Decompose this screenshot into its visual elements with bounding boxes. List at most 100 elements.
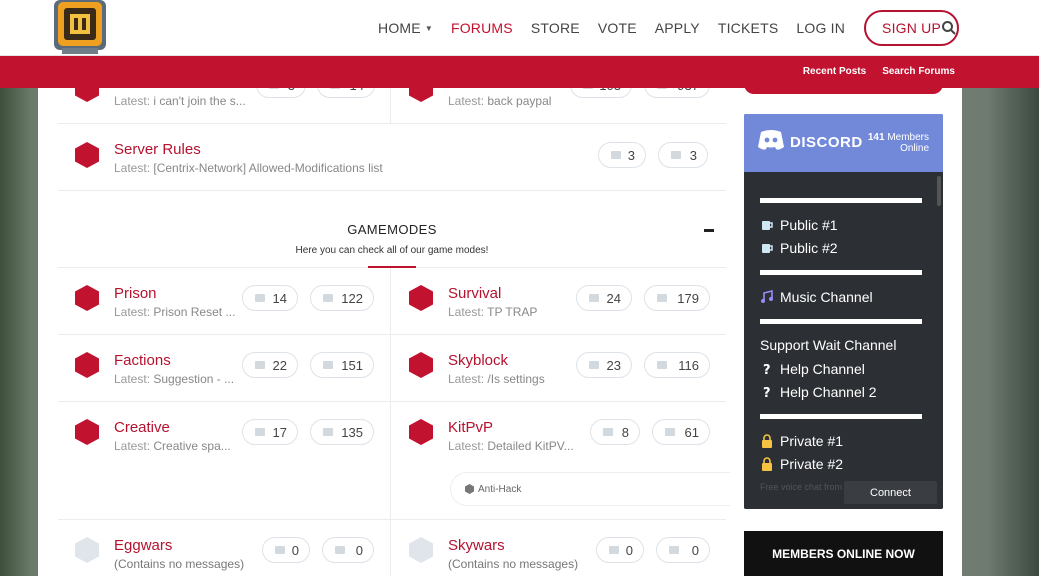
svg-text:?: ? xyxy=(763,363,771,376)
threads-count: 24 xyxy=(576,285,632,311)
forum-title[interactable]: Skyblock xyxy=(448,352,508,369)
forum-title[interactable]: KitPvP xyxy=(448,419,493,436)
nav-vote[interactable]: VOTE xyxy=(589,20,646,36)
cup-icon xyxy=(760,218,774,232)
connect-button[interactable]: Connect xyxy=(844,481,937,504)
discord-online-count: 141 Members Online xyxy=(867,132,929,154)
discord-channel[interactable]: Private #2 xyxy=(760,453,922,477)
forum-row: Creative Latest: Creative spa... 17 135 … xyxy=(58,402,730,520)
threads-count: 0 xyxy=(262,537,310,563)
collapse-icon[interactable] xyxy=(704,229,714,232)
search-forums-link[interactable]: Search Forums xyxy=(882,66,955,77)
nav-tickets[interactable]: TICKETS xyxy=(709,20,788,36)
forum-latest[interactable]: Prison Reset ... xyxy=(153,305,235,319)
nav-login[interactable]: LOG IN xyxy=(787,20,854,36)
forum-node[interactable]: Creative Latest: Creative spa... 17 135 xyxy=(58,402,391,519)
category-description: Here you can check all of our game modes… xyxy=(295,245,489,256)
discord-channel[interactable]: Music Channel xyxy=(760,285,922,309)
messages-count: 3 xyxy=(658,142,708,168)
discord-header: DISCORD 141 Members Online xyxy=(744,114,943,172)
forum-title[interactable]: Eggwars xyxy=(114,537,172,554)
messages-count: 135 xyxy=(310,419,374,445)
forum-title[interactable]: Creative xyxy=(114,419,170,436)
forum-node[interactable]: Skywars (Contains no messages) 0 0 xyxy=(392,520,726,576)
forum-latest[interactable]: Detailed KitPV... xyxy=(487,439,573,453)
forum-node[interactable]: Factions Latest: Suggestion - ... 22 151 xyxy=(58,335,391,401)
recent-posts-link[interactable]: Recent Posts xyxy=(803,66,866,77)
nav-forums[interactable]: FORUMS xyxy=(442,20,522,36)
forum-title[interactable]: Factions xyxy=(114,352,171,369)
forum-latest[interactable]: back paypal xyxy=(487,94,551,108)
messages-count: 179 xyxy=(644,285,710,311)
forum-latest[interactable]: i can't join the s... xyxy=(153,94,245,108)
discord-footer: Free voice chat from Discord Connect xyxy=(744,479,943,509)
nav-apply[interactable]: APPLY xyxy=(646,20,709,36)
category-header: GAMEMODES Here you can check all of our … xyxy=(58,208,726,269)
forum-latest[interactable]: [Centrix-Network] Allowed-Modifications … xyxy=(153,161,382,175)
discord-name: DISCORD xyxy=(790,134,863,151)
channel-separator xyxy=(760,270,922,275)
forum-node[interactable]: KitPvP Latest: Detailed KitPV... 8 61 An… xyxy=(392,402,730,519)
forum-title[interactable]: Prison xyxy=(114,285,157,302)
subforum-link[interactable]: Anti-Hack xyxy=(450,472,730,506)
discord-channel-label: Public #1 xyxy=(780,216,838,233)
forum-hex-icon xyxy=(75,285,99,311)
discord-channel[interactable]: ? Help Channel 2 xyxy=(760,381,922,405)
forum-title[interactable]: Server Rules xyxy=(114,141,201,158)
top-navigation: HOME ▼ FORUMS STORE VOTE APPLY TICKETS LO… xyxy=(0,0,1039,56)
forum-latest[interactable]: Suggestion - ... xyxy=(153,372,234,386)
category-title[interactable]: GAMEMODES xyxy=(58,222,726,237)
discord-channel[interactable]: Public #2 xyxy=(760,237,922,261)
discord-channel-label: Public #2 xyxy=(780,240,838,257)
threads-count: 3 xyxy=(598,142,646,168)
discord-channel[interactable]: Private #1 xyxy=(760,429,922,453)
threads-count: 8 xyxy=(590,419,640,445)
discord-widget: DISCORD 141 Members Online Public #1 Publ… xyxy=(744,114,943,509)
discord-channel[interactable]: Public #1 xyxy=(760,213,922,237)
threads-count: 22 xyxy=(242,352,298,378)
discord-channel-label: Private #2 xyxy=(780,456,844,473)
messages-count: 61 xyxy=(652,419,710,445)
discord-channel-label: Help Channel 2 xyxy=(780,384,877,401)
forum-latest[interactable]: Creative spa... xyxy=(153,439,230,453)
hexagon-icon xyxy=(465,484,474,494)
chevron-down-icon: ▼ xyxy=(424,23,433,33)
discord-channel-label: Support Wait Channel xyxy=(760,337,897,354)
forum-hex-icon xyxy=(409,352,433,378)
nav-home[interactable]: HOME ▼ xyxy=(369,20,442,36)
scrollbar[interactable] xyxy=(937,176,941,206)
nav-store[interactable]: STORE xyxy=(522,20,589,36)
forum-node[interactable]: Survival Latest: TP TRAP 24 179 xyxy=(392,268,726,334)
messages-count: 116 xyxy=(644,352,710,378)
forum-row: Factions Latest: Suggestion - ... 22 151… xyxy=(58,335,726,402)
forum-hex-icon xyxy=(409,285,433,311)
question-icon: ? xyxy=(760,385,774,401)
forum-hex-icon xyxy=(75,537,99,563)
discord-channel[interactable]: Support Wait Channel xyxy=(760,334,922,358)
forum-node[interactable]: Prison Latest: Prison Reset ... 14 122 xyxy=(58,268,391,334)
forum-latest[interactable]: TP TRAP xyxy=(487,305,537,319)
members-online-header: MEMBERS ONLINE NOW xyxy=(744,531,943,576)
forum-latest: (Contains no messages) xyxy=(114,557,245,571)
forum-row: Server Rules Latest: [Centrix-Network] A… xyxy=(58,124,726,191)
messages-count: 151 xyxy=(310,352,374,378)
forum-hex-icon xyxy=(409,419,433,445)
forum-latest[interactable]: /Is settings xyxy=(487,372,544,386)
forum-title[interactable]: Survival xyxy=(448,285,501,302)
discord-channel[interactable]: ? Help Channel xyxy=(760,357,922,381)
question-icon: ? xyxy=(760,362,774,378)
channel-separator xyxy=(760,198,922,203)
sidebar-button-edge xyxy=(744,84,943,94)
forum-node[interactable]: Skyblock Latest: /Is settings 23 116 xyxy=(392,335,726,401)
forum-row: Eggwars (Contains no messages) 0 0 Skywa… xyxy=(58,520,726,576)
forum-node[interactable]: Eggwars (Contains no messages) 0 0 xyxy=(58,520,391,576)
svg-text:?: ? xyxy=(763,386,771,399)
discord-channel-list: Public #1 Public #2 Music Channel Support W… xyxy=(760,198,922,500)
subnav-bar: Recent Posts Search Forums xyxy=(0,56,1039,88)
forum-title[interactable]: Skywars xyxy=(448,537,505,554)
site-logo[interactable] xyxy=(48,0,112,56)
channel-separator xyxy=(760,414,922,419)
search-icon[interactable] xyxy=(941,20,957,36)
forum-hex-icon xyxy=(75,352,99,378)
forum-list: Latest: i can't join the s... 3 14 Lates… xyxy=(58,72,730,576)
